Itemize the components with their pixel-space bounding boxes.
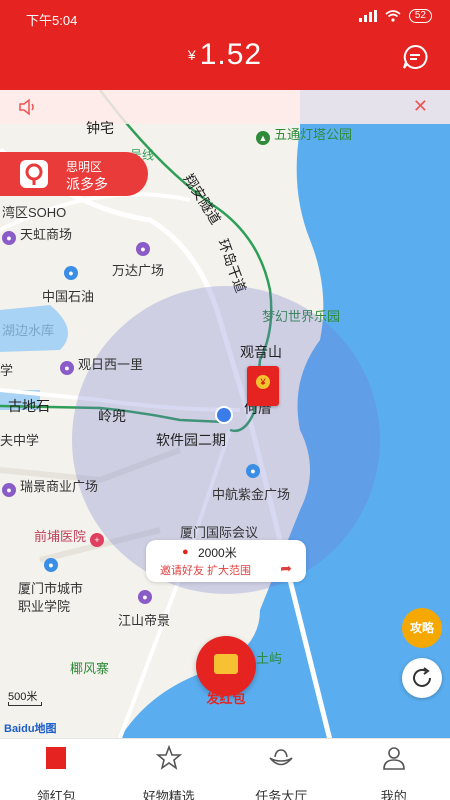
balance-display: ¥1.52 <box>0 38 450 72</box>
shop-icon: ● <box>136 242 150 256</box>
map-label: 夫中学 <box>0 433 40 448</box>
message-icon[interactable] <box>402 44 428 70</box>
map-label: 观音山 <box>240 344 282 360</box>
area-district: 思明区 <box>66 160 103 174</box>
map-label: ▲ 五通灯塔公园 <box>256 124 352 145</box>
range-distance: 2000米 <box>198 546 237 560</box>
currency-symbol: ¥ <box>187 47 196 63</box>
balance-value: 1.52 <box>199 38 263 71</box>
red-packet-icon <box>46 747 67 769</box>
tab-label: 领红包 <box>36 789 76 800</box>
invite-link[interactable]: 邀请好友 扩大范围 <box>160 562 251 578</box>
tab-label: 我的 <box>380 789 407 800</box>
map-label: ● 瑞景商业广场 <box>2 476 98 497</box>
ingot-icon <box>269 749 293 766</box>
map-label: 湾区SOHO <box>2 205 67 220</box>
app-header: 下午5:04 52 ¥1.52 <box>0 0 450 90</box>
tab-mine[interactable]: 我的 <box>338 739 450 800</box>
map-scale-bar <box>8 702 42 706</box>
area-card[interactable]: 思明区 派多多 <box>0 152 148 196</box>
park-icon: ▲ <box>256 131 270 145</box>
area-name: 派多多 <box>66 176 108 192</box>
strategy-button[interactable]: 攻略 <box>402 608 442 648</box>
map-label: 湖边水库 <box>2 323 55 338</box>
range-bubble[interactable]: ● 2000米 邀请好友 扩大范围 ➦ <box>146 540 306 582</box>
map-label: ● 天虹商场 <box>2 224 72 245</box>
hospital-icon: + <box>90 533 105 547</box>
gas-station-icon: ● <box>64 266 78 280</box>
map-label: 软件园二期 <box>156 432 226 448</box>
map-label: ● 厦门市城市 <box>18 558 84 596</box>
map-label: 土屿 <box>256 651 283 666</box>
tab-label: 好物精选 <box>142 789 195 800</box>
map-label: ● 万达广场 <box>112 242 165 278</box>
refresh-button[interactable] <box>402 658 442 698</box>
share-arrow-icon: ➦ <box>280 560 292 576</box>
location-pin-icon <box>20 160 48 188</box>
map-label: 钟宅 <box>86 120 114 136</box>
envelope-icon <box>214 654 238 674</box>
map-view[interactable]: ✕ 钟宅 号线 翔安隧道 环岛干道 ▲ 五通灯塔公园 思明区 派多多 湾区SOHO… <box>0 90 450 738</box>
map-label: 椰风寨 <box>70 661 110 676</box>
shop-icon: ● <box>2 231 16 245</box>
wifi-icon <box>385 10 401 22</box>
status-icons: 52 <box>358 9 432 23</box>
shop-icon: ● <box>2 483 16 497</box>
send-packet-button[interactable] <box>196 636 256 696</box>
red-packet-marker[interactable]: ¥ <box>247 366 279 406</box>
tab-receive-packet[interactable]: 领红包 <box>0 739 113 800</box>
close-icon[interactable]: ✕ <box>413 96 428 117</box>
map-label: ● 观日西一里 <box>60 354 143 375</box>
map-label: 职业学院 <box>18 599 71 614</box>
send-packet-label[interactable]: 发红包 <box>194 688 258 707</box>
bottom-tab-bar: 领红包 好物精选 任务大厅 我的 <box>0 738 450 800</box>
status-bar: 下午5:04 52 <box>0 0 450 34</box>
tab-featured-goods[interactable]: 好物精选 <box>113 739 226 800</box>
refresh-icon <box>413 667 431 687</box>
star-icon <box>155 744 182 770</box>
map-label: ● 中国石油 <box>42 266 95 304</box>
map-label: ● 中航紫金广场 <box>212 464 291 502</box>
speaker-icon <box>19 98 34 116</box>
battery-indicator: 52 <box>408 9 432 23</box>
signal-icon <box>358 10 377 22</box>
status-time: 下午5:04 <box>26 13 78 28</box>
map-label: 厦门国际会议 <box>180 525 259 540</box>
map-label: ● 江山帝景 <box>118 590 171 628</box>
notice-banner: ✕ <box>0 90 450 124</box>
map-label: 岭兜 <box>98 408 126 424</box>
map-label: 前埔医院 + <box>34 526 108 547</box>
user-icon <box>382 747 405 770</box>
tab-task-hall[interactable]: 任务大厅 <box>225 739 338 800</box>
map-label: 学 <box>0 363 14 378</box>
tab-label: 任务大厅 <box>255 789 308 800</box>
location-pin-icon: ● <box>182 546 189 558</box>
building-icon: ● <box>138 590 152 604</box>
my-location-marker <box>215 406 233 424</box>
school-icon: ● <box>44 558 58 572</box>
building-icon: ● <box>60 361 74 375</box>
building-icon: ● <box>246 464 260 478</box>
map-label: 古地石 <box>8 398 50 414</box>
baidu-logo: Baidu地图 <box>4 723 57 735</box>
